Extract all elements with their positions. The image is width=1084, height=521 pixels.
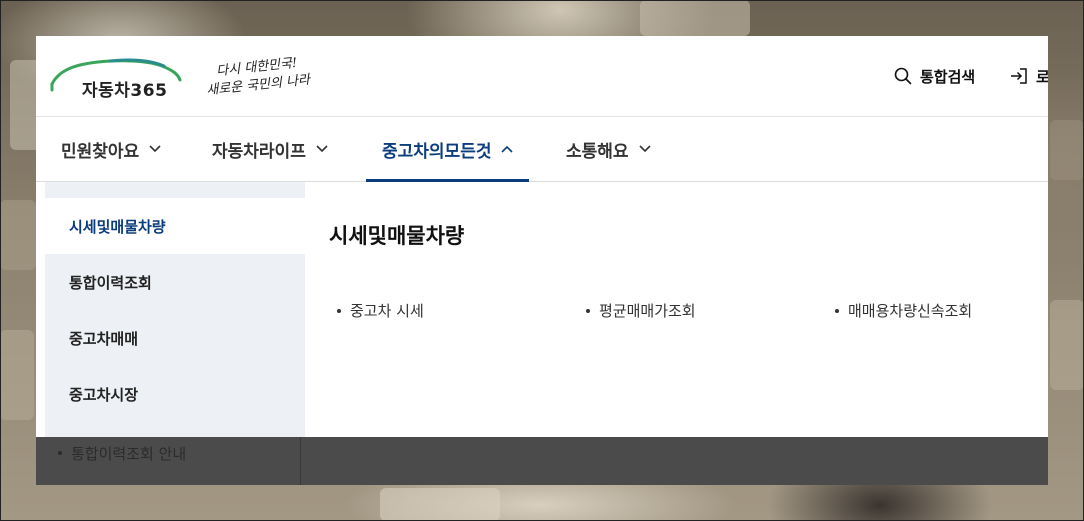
side-item-market[interactable]: 중고차시장 <box>45 366 305 422</box>
gnb-item-label: 소통해요 <box>566 141 629 162</box>
chevron-down-icon <box>316 145 328 153</box>
sub-link-quick-lookup[interactable]: 매매용차량신속조회 <box>835 300 972 321</box>
search-label: 통합검색 <box>920 67 976 86</box>
login-icon <box>1011 68 1027 84</box>
site-header: 자동차365 다시 대한민국! 새로운 국민의 나라 통합검색 로 <box>36 36 1048 117</box>
side-item-trade[interactable]: 중고차매매 <box>45 310 305 366</box>
side-submenu-top <box>45 182 305 198</box>
login-label: 로 <box>1036 67 1048 86</box>
mega-menu-panel: 자동차365 다시 대한민국! 새로운 국민의 나라 통합검색 로 민원찾아요 <box>36 36 1048 485</box>
sub-link-label: 매매용차량신속조회 <box>848 302 973 320</box>
logo-text: 자동차365 <box>82 81 168 101</box>
gnb-item-label: 자동차라이프 <box>212 141 306 162</box>
history-guide-label: 통합이력조회 안내 <box>71 444 187 463</box>
slogan: 다시 대한민국! 새로운 국민의 나라 <box>206 56 316 99</box>
gnb-item-used-car[interactable]: 중고차의모든것 <box>365 117 531 182</box>
sub-link-label: 중고차 시세 <box>350 302 424 320</box>
bullet-icon <box>337 308 341 313</box>
gnb-item-civil-service[interactable]: 민원찾아요 <box>61 117 161 181</box>
side-item-history[interactable]: 통합이력조회 <box>45 254 305 310</box>
side-item-label: 중고차매매 <box>69 329 139 348</box>
side-item-price-listing[interactable]: 시세및매물차량 <box>45 198 305 254</box>
sub-link-average-price[interactable]: 평균매매가조회 <box>586 300 696 321</box>
chevron-down-icon <box>149 145 161 153</box>
search-icon <box>894 67 912 85</box>
divider <box>300 437 301 485</box>
section-title: 시세및매물차량 <box>329 224 465 248</box>
gnb-item-car-life[interactable]: 자동차라이프 <box>212 117 328 181</box>
side-item-label: 통합이력조회 <box>69 273 152 292</box>
bullet-icon <box>835 308 839 313</box>
site-logo[interactable]: 자동차365 <box>50 54 182 101</box>
sub-link-used-car-price[interactable]: 중고차 시세 <box>337 300 424 321</box>
chevron-down-icon <box>638 145 651 153</box>
side-submenu: 시세및매물차량 통합이력조회 중고차매매 중고차시장 <box>45 182 305 437</box>
dark-overlay-bar: 통합이력조회 안내 <box>36 437 1048 485</box>
sub-link-label: 평균매매가조회 <box>599 302 696 320</box>
bullet-icon <box>58 451 62 455</box>
gnb-item-communication[interactable]: 소통해요 <box>566 117 651 181</box>
login-button[interactable]: 로 <box>1010 64 1048 88</box>
search-button[interactable]: 통합검색 <box>894 64 975 88</box>
gnb-item-label: 중고차의모든것 <box>382 141 492 162</box>
side-item-label: 중고차시장 <box>69 385 139 404</box>
bullet-icon <box>586 308 590 313</box>
gnb-item-label: 민원찾아요 <box>61 141 140 162</box>
chevron-up-icon <box>501 145 514 153</box>
history-guide-link[interactable]: 통합이력조회 안내 <box>58 437 186 469</box>
side-item-label: 시세및매물차량 <box>69 217 166 236</box>
main-navigation: 민원찾아요 자동차라이프 중고차의모든것 소통해요 <box>36 117 1048 182</box>
